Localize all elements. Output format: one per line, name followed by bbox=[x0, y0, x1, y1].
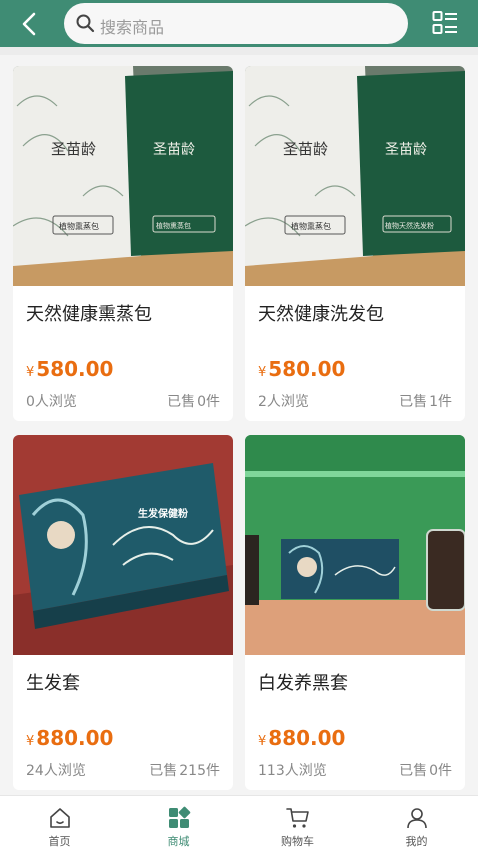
pouch-brand-left: 圣苗龄 bbox=[283, 140, 328, 158]
cart-icon bbox=[286, 808, 309, 828]
tab-mall[interactable]: 商城 bbox=[119, 796, 238, 850]
search-input[interactable]: 搜索商品 bbox=[64, 3, 408, 44]
pouch-brand-right: 圣苗龄 bbox=[153, 142, 195, 158]
tab-profile[interactable]: 我的 bbox=[357, 796, 476, 850]
mall-grid-icon bbox=[169, 806, 191, 828]
bottom-tab-bar: 首页 商城 购物车 我的 bbox=[0, 795, 478, 850]
product-sold: 已售 0件 bbox=[399, 763, 452, 779]
chevron-left-icon bbox=[22, 12, 36, 36]
product-sold: 已售 0件 bbox=[167, 394, 220, 410]
product-card[interactable]: 圣苗龄 植物熏蒸包 圣苗龄 植物天然洗发粉 天然健康洗发包 ¥580.00 2人… bbox=[245, 66, 465, 421]
product-price: ¥880.00 bbox=[258, 726, 346, 750]
header-bar: 搜索商品 bbox=[0, 0, 478, 47]
product-views: 24人浏览 bbox=[26, 763, 86, 779]
tab-home[interactable]: 首页 bbox=[0, 796, 119, 850]
pouch-label-left: 植物熏蒸包 bbox=[59, 221, 99, 231]
pouch-brand-right: 圣苗龄 bbox=[385, 142, 427, 158]
product-views: 0人浏览 bbox=[26, 394, 77, 410]
tab-label: 购物车 bbox=[281, 835, 314, 848]
pouch-label-right: 植物熏蒸包 bbox=[156, 221, 191, 230]
tab-cart[interactable]: 购物车 bbox=[238, 796, 357, 850]
product-image[interactable]: 圣苗龄 植物熏蒸包 圣苗龄 植物天然洗发粉 bbox=[245, 66, 465, 286]
product-card[interactable]: 圣苗龄 植物熏蒸包 圣苗龄 植物熏蒸包 天然健康熏蒸包 ¥580.00 0人浏览… bbox=[13, 66, 233, 421]
product-price: ¥580.00 bbox=[258, 357, 346, 381]
pouch-label-left: 植物熏蒸包 bbox=[291, 221, 331, 231]
box-label: 生发保健粉 bbox=[138, 507, 188, 520]
list-layout-icon bbox=[432, 11, 457, 34]
product-price: ¥580.00 bbox=[26, 357, 114, 381]
pouch-label-right: 植物天然洗发粉 bbox=[385, 221, 434, 230]
product-title[interactable]: 生发套 bbox=[26, 669, 80, 695]
product-card[interactable]: 生发保健粉 生发套 ¥880.00 24人浏览 已售 215件 bbox=[13, 435, 233, 790]
product-views: 2人浏览 bbox=[258, 394, 309, 410]
product-sold: 已售 215件 bbox=[149, 763, 220, 779]
product-sold: 已售 1件 bbox=[399, 394, 452, 410]
product-price: ¥880.00 bbox=[26, 726, 114, 750]
product-image[interactable] bbox=[245, 435, 465, 655]
product-title[interactable]: 天然健康洗发包 bbox=[258, 300, 384, 326]
search-placeholder: 搜索商品 bbox=[100, 18, 165, 37]
product-card[interactable]: 白发养黑套 ¥880.00 113人浏览 已售 0件 bbox=[245, 435, 465, 790]
back-button[interactable] bbox=[14, 8, 46, 40]
tab-label: 商城 bbox=[167, 835, 190, 848]
tab-label: 我的 bbox=[405, 835, 428, 848]
tab-label: 首页 bbox=[48, 835, 71, 848]
product-image[interactable]: 圣苗龄 植物熏蒸包 圣苗龄 植物熏蒸包 bbox=[13, 66, 233, 286]
product-image[interactable]: 生发保健粉 bbox=[13, 435, 233, 655]
home-icon bbox=[50, 808, 70, 828]
search-icon bbox=[76, 14, 95, 33]
layout-toggle-button[interactable] bbox=[432, 10, 458, 36]
product-title[interactable]: 白发养黑套 bbox=[258, 669, 348, 695]
pouch-brand-left: 圣苗龄 bbox=[51, 140, 96, 158]
user-icon bbox=[407, 808, 427, 829]
product-title[interactable]: 天然健康熏蒸包 bbox=[26, 300, 152, 326]
header-divider bbox=[0, 47, 478, 55]
product-views: 113人浏览 bbox=[258, 763, 327, 779]
